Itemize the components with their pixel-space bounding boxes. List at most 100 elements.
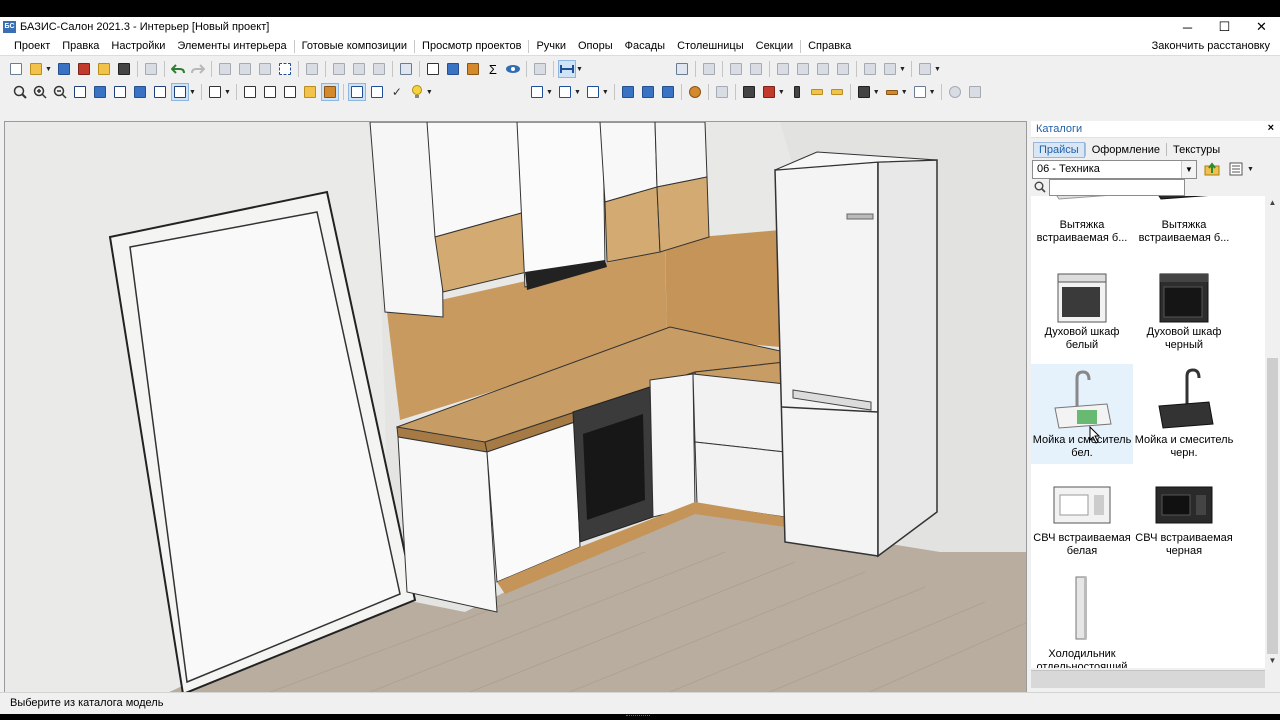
layers-icon[interactable]: [397, 60, 415, 78]
menu-interior-elements[interactable]: Элементы интерьера: [171, 37, 292, 56]
menu-edit[interactable]: Правка: [56, 37, 105, 56]
3d-viewport[interactable]: [4, 121, 1027, 693]
snap-grid-icon[interactable]: [639, 83, 657, 101]
distribute-icon[interactable]: [881, 60, 899, 78]
rotate-left-icon[interactable]: [774, 60, 792, 78]
tab-prices[interactable]: Прайсы: [1033, 142, 1085, 158]
list-item[interactable]: СВЧ встраиваемая черная: [1133, 476, 1235, 558]
menu-facades[interactable]: Фасады: [619, 37, 671, 56]
snap-icon[interactable]: [619, 83, 637, 101]
view-right-icon[interactable]: [131, 83, 149, 101]
align-icon[interactable]: [861, 60, 879, 78]
render-icon[interactable]: [946, 83, 964, 101]
zoom-in-icon[interactable]: [31, 83, 49, 101]
materials-icon[interactable]: [686, 83, 704, 101]
home-icon[interactable]: [142, 60, 160, 78]
chevron-down-icon[interactable]: ▼: [929, 89, 936, 96]
folder-up-icon[interactable]: [1203, 160, 1221, 178]
rotate-right-icon[interactable]: [794, 60, 812, 78]
list-item[interactable]: Холодильник отдельностоящий: [1031, 568, 1133, 668]
hidden-lines-icon[interactable]: [281, 83, 299, 101]
ungroup-icon[interactable]: [350, 60, 368, 78]
chevron-down-icon[interactable]: ▼: [224, 89, 231, 96]
sum-icon[interactable]: Σ: [484, 60, 502, 78]
chevron-down-icon[interactable]: ▼: [189, 89, 196, 96]
frame-icon[interactable]: [347, 83, 366, 101]
search-input[interactable]: [1049, 179, 1185, 196]
group-icon[interactable]: [330, 60, 348, 78]
cornice-icon[interactable]: [828, 83, 846, 101]
tab-textures[interactable]: Текстуры: [1167, 142, 1226, 158]
tap-icon[interactable]: [788, 83, 806, 101]
finish-placement-button[interactable]: Закончить расстановку: [1152, 37, 1270, 56]
view-left-icon[interactable]: [91, 83, 109, 101]
list-item[interactable]: Духовой шкаф белый: [1031, 270, 1133, 352]
zoom-out-icon[interactable]: [51, 83, 69, 101]
edit-icon[interactable]: [370, 60, 388, 78]
cut-icon[interactable]: [216, 60, 234, 78]
wireframe-icon[interactable]: [241, 83, 259, 101]
close-button[interactable]: ✕: [1243, 17, 1280, 37]
scrollbar-thumb[interactable]: [1267, 358, 1278, 654]
menu-project[interactable]: Проект: [8, 37, 56, 56]
move-icon[interactable]: [727, 60, 745, 78]
chevron-down-icon[interactable]: ▼: [576, 66, 583, 73]
menu-worktops[interactable]: Столешницы: [671, 37, 750, 56]
light-icon[interactable]: [408, 83, 426, 101]
chevron-down-icon[interactable]: ▼: [45, 66, 52, 73]
chevron-down-icon[interactable]: ▼: [778, 89, 785, 96]
resize-grip[interactable]: [626, 715, 650, 717]
zoom-all-icon[interactable]: [11, 83, 29, 101]
close-icon[interactable]: ×: [1268, 122, 1274, 134]
paint-icon[interactable]: [760, 83, 778, 101]
save-as-icon[interactable]: [75, 60, 93, 78]
scroll-down-icon[interactable]: ▼: [1265, 654, 1280, 668]
material-icon[interactable]: [464, 60, 482, 78]
flip-icon[interactable]: [834, 60, 852, 78]
menu-settings[interactable]: Настройки: [105, 37, 171, 56]
properties-icon[interactable]: [531, 60, 549, 78]
chevron-down-icon[interactable]: ▼: [873, 89, 880, 96]
copy-icon[interactable]: [236, 60, 254, 78]
rail-icon[interactable]: [883, 83, 901, 101]
view-iso-icon[interactable]: [151, 83, 169, 101]
view-front-icon[interactable]: [71, 83, 89, 101]
menu-help[interactable]: Справка: [802, 37, 857, 56]
insert-icon[interactable]: [584, 83, 602, 101]
pick-icon[interactable]: [303, 60, 321, 78]
level-icon[interactable]: [916, 60, 934, 78]
chevron-down-icon[interactable]: ▼: [574, 89, 581, 96]
label-icon[interactable]: [911, 83, 929, 101]
catalog-scrollbar[interactable]: ▲ ▼: [1265, 196, 1280, 668]
save-icon[interactable]: [55, 60, 73, 78]
fit-icon[interactable]: [713, 83, 731, 101]
chevron-down-icon[interactable]: ▼: [1247, 166, 1254, 173]
open-icon[interactable]: [27, 60, 45, 78]
list-item[interactable]: СВЧ встраиваемая белая: [1031, 476, 1133, 558]
box-icon[interactable]: [261, 83, 279, 101]
back-icon[interactable]: [966, 83, 984, 101]
specification-icon[interactable]: [424, 60, 442, 78]
chevron-down-icon[interactable]: ▼: [934, 66, 941, 73]
menu-ready-compositions[interactable]: Готовые композиции: [296, 37, 413, 56]
minimize-button[interactable]: ─: [1169, 17, 1206, 37]
magnet-icon[interactable]: [700, 60, 718, 78]
3d-view-icon[interactable]: [444, 60, 462, 78]
place-icon[interactable]: [556, 83, 574, 101]
menu-sections[interactable]: Секции: [750, 37, 799, 56]
catalog-select[interactable]: 06 - Техника ▼: [1032, 159, 1197, 179]
check-icon[interactable]: ✓: [388, 83, 406, 101]
print-icon[interactable]: [115, 60, 133, 78]
list-item[interactable]: Вытяжка встраиваемая б...: [1031, 196, 1133, 245]
chevron-down-icon[interactable]: ▼: [1181, 160, 1196, 178]
view-top-icon[interactable]: [111, 83, 129, 101]
chevron-down-icon[interactable]: ▼: [899, 66, 906, 73]
export-icon[interactable]: [95, 60, 113, 78]
eye-icon[interactable]: [504, 60, 522, 78]
chevron-down-icon[interactable]: ▼: [546, 89, 553, 96]
list-item[interactable]: Мойка и смеситель черн.: [1133, 364, 1235, 464]
rotate-icon[interactable]: [747, 60, 765, 78]
paste-icon[interactable]: [256, 60, 274, 78]
measure-icon[interactable]: [557, 60, 576, 78]
menu-handles[interactable]: Ручки: [530, 37, 572, 56]
